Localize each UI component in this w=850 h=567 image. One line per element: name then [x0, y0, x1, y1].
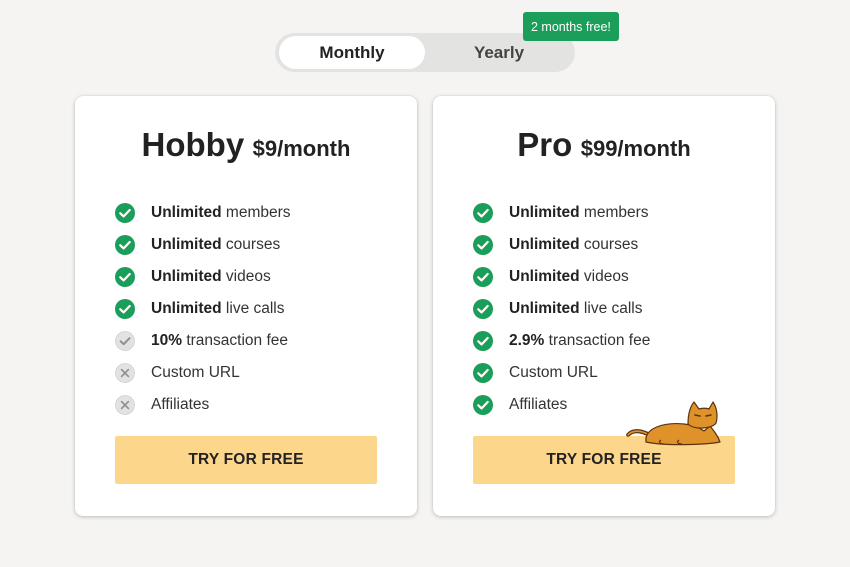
feature-item: Unlimited members: [473, 197, 650, 229]
feature-label: Custom URL: [151, 364, 240, 382]
feature-text: members: [579, 204, 649, 221]
feature-label: Unlimited members: [509, 204, 649, 222]
feature-label: Unlimited courses: [151, 236, 280, 254]
feature-label: 10% transaction fee: [151, 332, 288, 350]
check-circle-icon: [473, 267, 493, 287]
feature-highlight: Unlimited: [509, 268, 580, 285]
check-circle-icon: [473, 395, 493, 415]
feature-highlight: Unlimited: [509, 300, 580, 317]
check-circle-icon: [473, 299, 493, 319]
feature-text: videos: [579, 268, 629, 285]
feature-item: Custom URL: [115, 357, 291, 389]
feature-label: Unlimited videos: [509, 268, 629, 286]
plan-price: $99/month: [580, 136, 691, 161]
pro-plan-card: Pro $99/month Unlimited members Unlimited…: [433, 96, 775, 516]
check-circle-icon: [115, 235, 135, 255]
feature-highlight: 2.9%: [509, 332, 545, 349]
feature-highlight: Unlimited: [151, 268, 222, 285]
feature-highlight: Unlimited: [509, 204, 580, 221]
feature-text: courses: [221, 236, 281, 253]
check-circle-icon: [115, 267, 135, 287]
monthly-toggle-option[interactable]: Monthly: [279, 36, 425, 69]
feature-highlight: 10%: [151, 332, 183, 349]
feature-label: Affiliates: [509, 396, 567, 414]
cat-illustration-icon: [626, 401, 721, 446]
feature-highlight: Unlimited: [509, 236, 580, 253]
feature-highlight: Unlimited: [151, 204, 222, 221]
feature-list: Unlimited members Unlimited courses Unlimi…: [115, 197, 291, 421]
feature-label: Unlimited courses: [509, 236, 638, 254]
feature-text: videos: [221, 268, 271, 285]
feature-item: Affiliates: [115, 389, 291, 421]
feature-text: Custom URL: [151, 364, 240, 381]
feature-text: Custom URL: [509, 364, 598, 381]
try-for-free-button[interactable]: TRY FOR FREE: [115, 436, 377, 484]
feature-item: Unlimited courses: [115, 229, 291, 261]
feature-label: Unlimited members: [151, 204, 291, 222]
check-circle-icon: [115, 299, 135, 319]
feature-item: 10% transaction fee: [115, 325, 291, 357]
plan-name: Pro: [517, 126, 573, 163]
feature-text: courses: [579, 236, 639, 253]
feature-label: Affiliates: [151, 396, 209, 414]
discount-badge: 2 months free!: [523, 12, 619, 41]
check-circle-icon: [473, 331, 493, 351]
feature-label: Unlimited live calls: [509, 300, 643, 318]
plan-title: Pro $99/month: [433, 126, 775, 164]
feature-highlight: Unlimited: [151, 300, 222, 317]
check-circle-muted-icon: [115, 331, 135, 351]
x-circle-icon: [115, 363, 135, 383]
feature-text: transaction fee: [182, 332, 289, 349]
feature-label: Unlimited videos: [151, 268, 271, 286]
feature-text: members: [221, 204, 291, 221]
feature-label: Custom URL: [509, 364, 598, 382]
feature-item: Unlimited videos: [115, 261, 291, 293]
check-circle-icon: [473, 363, 493, 383]
hobby-plan-card: Hobby $9/month Unlimited members Unlimite…: [75, 96, 417, 516]
feature-text: live calls: [579, 300, 643, 317]
check-circle-icon: [473, 203, 493, 223]
feature-text: Affiliates: [509, 396, 568, 413]
feature-highlight: Unlimited: [151, 236, 222, 253]
plan-price: $9/month: [252, 136, 351, 161]
feature-list: Unlimited members Unlimited courses Unlimi…: [473, 197, 650, 421]
feature-item: Unlimited members: [115, 197, 291, 229]
feature-item: Unlimited live calls: [115, 293, 291, 325]
feature-item: Unlimited courses: [473, 229, 650, 261]
feature-item: 2.9% transaction fee: [473, 325, 650, 357]
feature-text: transaction fee: [544, 332, 651, 349]
feature-item: Custom URL: [473, 357, 650, 389]
feature-item: Unlimited live calls: [473, 293, 650, 325]
feature-label: Unlimited live calls: [151, 300, 285, 318]
feature-text: live calls: [221, 300, 285, 317]
feature-item: Unlimited videos: [473, 261, 650, 293]
feature-label: 2.9% transaction fee: [509, 332, 650, 350]
check-circle-icon: [473, 235, 493, 255]
plan-name: Hobby: [141, 126, 245, 163]
check-circle-icon: [115, 203, 135, 223]
plan-title: Hobby $9/month: [75, 126, 417, 164]
x-circle-icon: [115, 395, 135, 415]
feature-text: Affiliates: [151, 396, 210, 413]
